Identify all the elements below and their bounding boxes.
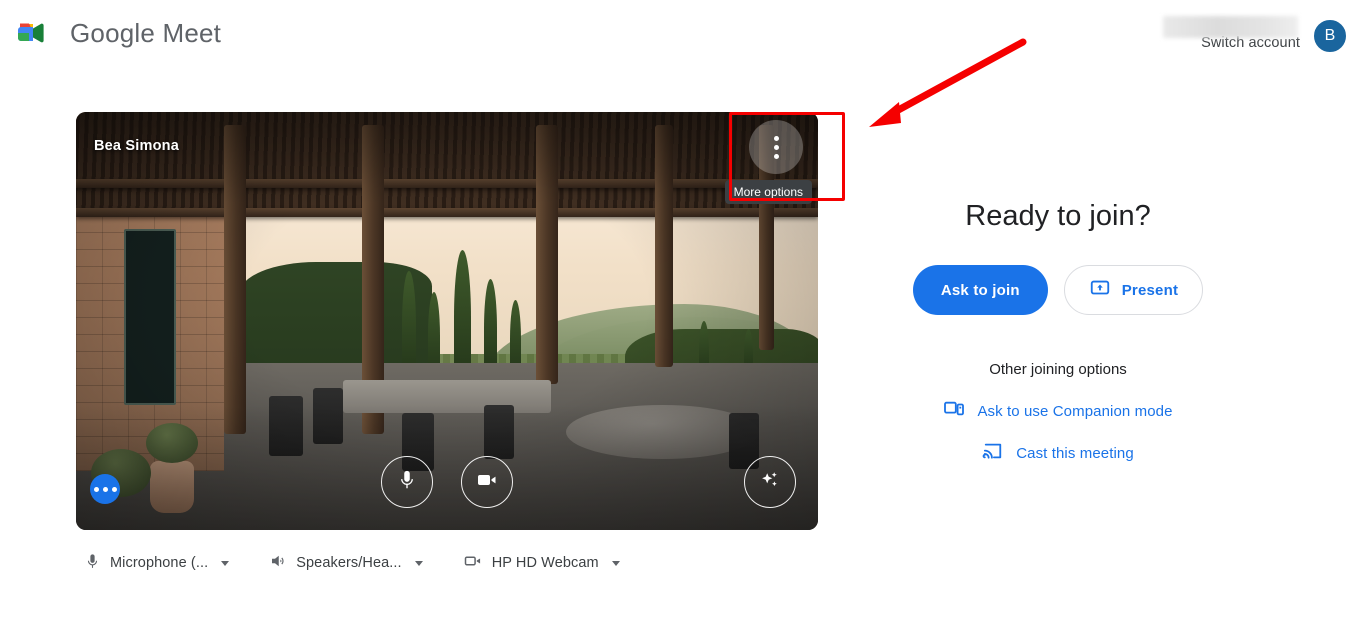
participant-name-label: Bea Simona [94,138,179,154]
chevron-down-icon [221,560,230,566]
speaker-icon [269,552,287,574]
product-title: Google Meet [70,17,222,48]
video-camera-icon [463,551,483,575]
page-title: Ready to join? [965,200,1151,232]
google-meet-logo-icon [16,16,56,50]
chevron-down-icon [414,560,423,566]
brand-area: Google Meet [16,16,221,50]
device-selector-bar: Microphone (... Speakers/Hea... HP HD We… [84,551,620,575]
account-area: Switch account B [1163,10,1348,54]
redacted-email-bar [1163,16,1298,38]
microphone-icon [84,553,101,574]
google-meet-prejoin-page: Google Meet Switch account B Bea Simona … [0,0,1362,635]
microphone-icon [396,469,418,496]
more-horiz-icon-dot [102,486,108,492]
visual-effects-button[interactable] [744,456,796,508]
microphone-selector-label: Microphone (... [110,555,209,571]
more-vert-icon-dot [773,153,779,159]
cast-icon [982,441,1004,466]
camera-toggle-button[interactable] [461,456,513,508]
preview-vignette [76,112,818,530]
join-panel: Ready to join? Ask to join Present Other… [880,200,1236,466]
microphone-selector[interactable]: Microphone (... [84,553,230,574]
more-vert-icon-dot [773,135,779,141]
companion-mode-label: Ask to use Companion mode [977,403,1173,420]
microphone-toggle-button[interactable] [381,456,433,508]
avatar[interactable]: B [1312,18,1348,54]
present-button[interactable]: Present [1063,265,1204,315]
cast-meeting-option[interactable]: Cast this meeting [880,441,1236,466]
cast-meeting-label: Cast this meeting [1016,445,1134,462]
companion-mode-icon [943,400,965,423]
more-vert-icon-dot [773,144,779,150]
ask-to-join-button[interactable]: Ask to join [912,265,1048,315]
present-button-label: Present [1121,281,1179,299]
companion-mode-option[interactable]: Ask to use Companion mode [880,400,1236,423]
more-horiz-icon-dot [111,486,117,492]
more-options-tooltip: More options [724,180,812,204]
speaker-selector-label: Speakers/Hea... [296,555,402,571]
camera-selector-label: HP HD Webcam [491,555,599,571]
join-button-row: Ask to join Present [880,265,1236,315]
sparkles-icon [758,468,782,497]
speaker-selector[interactable]: Speakers/Hea... [269,552,423,574]
chevron-down-icon [611,560,620,566]
other-joining-options-title: Other joining options [989,361,1127,378]
video-preview[interactable]: Bea Simona More options [76,112,818,530]
more-horiz-icon-dot [93,486,99,492]
video-preview-container: Bea Simona More options [76,112,818,530]
more-options-button[interactable] [749,120,803,174]
present-screen-icon [1089,277,1111,303]
camera-selector[interactable]: HP HD Webcam [463,551,620,575]
more-actions-button[interactable] [90,474,120,504]
app-header: Google Meet Switch account B [0,0,1362,72]
video-camera-icon [475,468,499,497]
